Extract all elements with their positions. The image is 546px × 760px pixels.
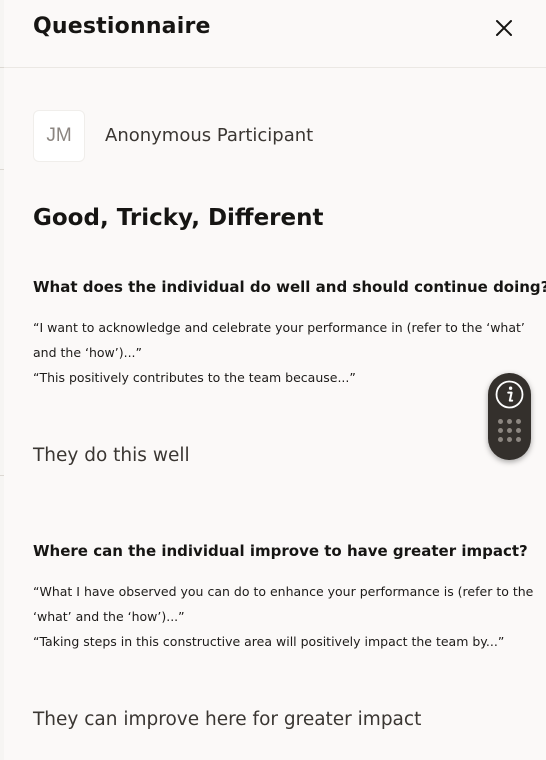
prompt-line: “Taking steps in this constructive area … [33, 634, 505, 649]
grip-dot [498, 437, 503, 442]
panel-title: Questionnaire [33, 14, 211, 39]
grip-dot [498, 419, 503, 424]
participant-name: Anonymous Participant [105, 125, 314, 146]
question-label: Where can the individual improve to have… [33, 542, 528, 560]
prompt-line: “I want to acknowledge and celebrate you… [33, 320, 525, 335]
answer-text[interactable]: They do this well [33, 445, 190, 466]
grip-dot [516, 437, 521, 442]
grip-dot [507, 419, 512, 424]
question-prompt: “I want to acknowledge and celebrate you… [33, 315, 525, 390]
grip-dot [507, 428, 512, 433]
info-icon [495, 380, 524, 409]
answer-text[interactable]: They can improve here for greater impact [33, 709, 421, 730]
close-icon [496, 20, 512, 36]
question-label: What does the individual do well and sho… [33, 278, 546, 296]
avatar: JM [33, 110, 85, 162]
grip-dot [516, 428, 521, 433]
panel-header: Questionnaire [4, 0, 546, 68]
grip-dot [516, 419, 521, 424]
floating-toolbar [488, 373, 531, 460]
grip-dot [498, 428, 503, 433]
question-prompt: “What I have observed you can do to enha… [33, 579, 534, 654]
close-button[interactable] [490, 14, 518, 42]
info-button[interactable] [492, 377, 527, 412]
prompt-line: and the ‘how’)...” [33, 345, 142, 360]
drag-handle-icon[interactable] [498, 419, 522, 445]
section-title: Good, Tricky, Different [33, 205, 324, 231]
grip-dot [507, 437, 512, 442]
questionnaire-panel: Questionnaire JM Anonymous Participant G… [4, 0, 546, 760]
prompt-line: “What I have observed you can do to enha… [33, 584, 534, 599]
prompt-line: “This positively contributes to the team… [33, 370, 356, 385]
prompt-line: ‘what’ and the ‘how’)...” [33, 609, 185, 624]
